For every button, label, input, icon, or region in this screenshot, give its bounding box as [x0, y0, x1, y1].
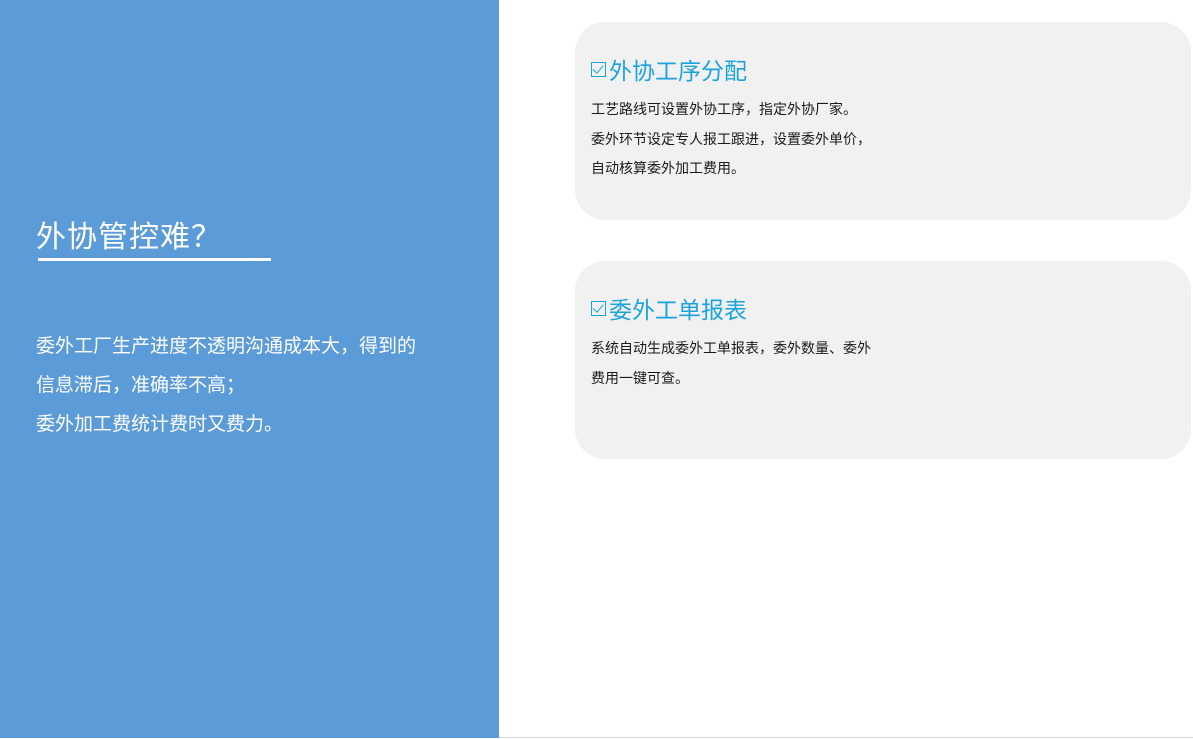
checkbox-checked-icon — [591, 300, 606, 316]
card-body-line: 费用一键可查。 — [591, 370, 689, 387]
bottom-divider — [499, 737, 1193, 738]
card-title-text: 委外工单报表 — [609, 298, 747, 324]
left-description-line: 委外工厂生产进度不透明沟通成本大，得到的 — [36, 335, 417, 357]
left-description-line: 信息滞后，准确率不高； — [36, 374, 246, 396]
card-body-line: 系统自动生成委外工单报表，委外数量、委外 — [591, 341, 871, 357]
left-description-line: 委外加工费统计费时又费力。 — [36, 413, 284, 435]
feature-card-outsource-report: 委外工单报表 系统自动生成委外工单报表，委外数量、委外 费用一键可查。 — [575, 261, 1191, 459]
title-underline — [38, 258, 271, 261]
card-title: 外协工序分配 — [591, 52, 747, 86]
card-body-line: 工艺路线可设置外协工序，指定外协厂家。 — [591, 102, 857, 118]
card-body-line: 委外环节设定专人报工跟进，设置委外单价， — [591, 131, 871, 148]
card-body: 系统自动生成委外工单报表，委外数量、委外 费用一键可查。 — [591, 335, 871, 394]
left-description: 委外工厂生产进度不透明沟通成本大，得到的 信息滞后，准确率不高； 委外加工费统计… — [36, 327, 486, 444]
checkbox-checked-icon — [591, 61, 606, 77]
page: 外协管控难？ 委外工厂生产进度不透明沟通成本大，得到的 信息滞后，准确率不高； … — [0, 0, 1193, 739]
card-body: 工艺路线可设置外协工序，指定外协厂家。 委外环节设定专人报工跟进，设置委外单价，… — [591, 96, 871, 185]
card-title: 委外工单报表 — [591, 291, 747, 325]
left-panel: 外协管控难？ 委外工厂生产进度不透明沟通成本大，得到的 信息滞后，准确率不高； … — [0, 0, 499, 738]
card-title-text: 外协工序分配 — [609, 59, 747, 85]
feature-card-outsource-process: 外协工序分配 工艺路线可设置外协工序，指定外协厂家。 委外环节设定专人报工跟进，… — [575, 22, 1191, 220]
card-body-line: 自动核算委外加工费用。 — [591, 161, 745, 177]
left-title: 外协管控难？ — [36, 220, 222, 255]
